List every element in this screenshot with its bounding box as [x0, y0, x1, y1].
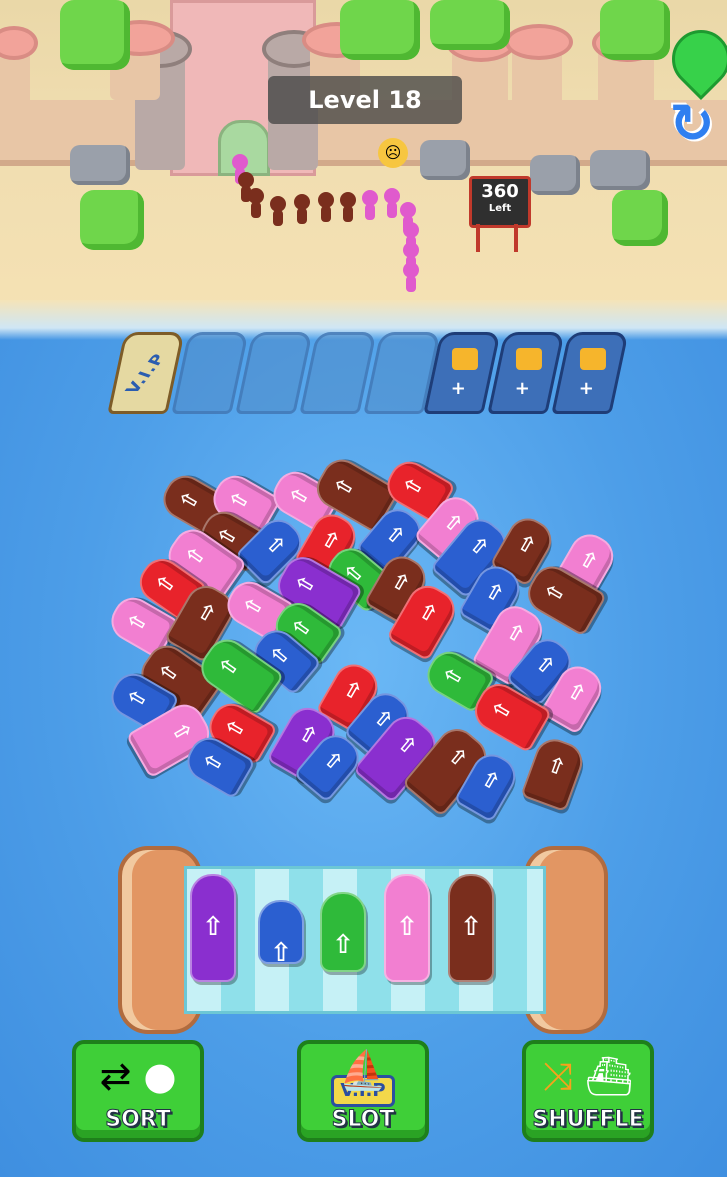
level-indicator: Level 18	[268, 76, 462, 124]
vip-slot-label: SLOT	[331, 1107, 395, 1133]
castle-tower-top	[505, 24, 573, 60]
passenger	[318, 192, 334, 222]
undo-icon[interactable]: ↻	[662, 94, 722, 154]
passenger	[362, 190, 378, 220]
passenger	[403, 242, 419, 272]
tree-bush	[80, 190, 144, 250]
game-scene: ☹ 360 Left Level 18 ↻ V.I.P + + + ⇧ ⇧ ⇧ …	[0, 0, 727, 1177]
conveyor-boat-pink[interactable]	[384, 874, 430, 982]
passenger	[403, 222, 419, 252]
sort-icon: ⇄ ●	[99, 1054, 177, 1098]
tree-bush	[600, 0, 670, 60]
tree-bush	[340, 0, 420, 60]
vip-slot-button[interactable]: ⛵ V.I.P SLOT	[297, 1040, 429, 1142]
passenger	[270, 196, 286, 226]
ticket-icon	[580, 347, 607, 370]
passenger	[340, 192, 356, 222]
rock	[420, 140, 470, 180]
shuffle-button[interactable]: ⤨ ⛴ SHUFFLE	[522, 1040, 654, 1142]
passenger	[294, 194, 310, 224]
passengers-left-sign: 360 Left	[469, 176, 531, 228]
vip-dock-label: V.I.P	[121, 350, 171, 396]
rock	[590, 150, 650, 190]
add-dock-plus: +	[515, 377, 531, 399]
passenger	[248, 188, 264, 218]
ticket-icon	[452, 347, 479, 370]
shuffle-label: SHUFFLE	[532, 1107, 644, 1133]
conveyor-boat-blue[interactable]	[258, 900, 304, 968]
boat-icon: ⛵	[339, 1048, 387, 1092]
passenger	[238, 172, 254, 202]
passenger	[400, 202, 416, 232]
add-dock-plus: +	[579, 377, 595, 399]
sad-face-icon: ☹	[378, 138, 408, 168]
sign-stand	[476, 224, 518, 252]
passenger	[232, 154, 248, 184]
shuffle-icon: ⤨ ⛴	[542, 1054, 634, 1098]
passengers-left-label: Left	[488, 203, 512, 214]
tree-bush	[60, 0, 130, 70]
sort-button[interactable]: ⇄ ● SORT	[72, 1040, 204, 1142]
add-dock-plus: +	[451, 377, 467, 399]
conveyor-boat-green[interactable]	[320, 892, 366, 972]
conveyor-boat-brown[interactable]	[448, 874, 494, 982]
passengers-left-count: 360	[481, 181, 519, 202]
ticket-icon	[516, 347, 543, 370]
tree-bush	[612, 190, 668, 246]
rock	[70, 145, 130, 185]
passenger	[384, 188, 400, 218]
sort-label: SORT	[105, 1107, 172, 1133]
rock	[530, 155, 580, 195]
tree-bush	[430, 0, 510, 50]
passenger	[403, 262, 419, 292]
level-label: Level 18	[308, 86, 422, 114]
conveyor-boat-purple[interactable]	[190, 874, 236, 982]
